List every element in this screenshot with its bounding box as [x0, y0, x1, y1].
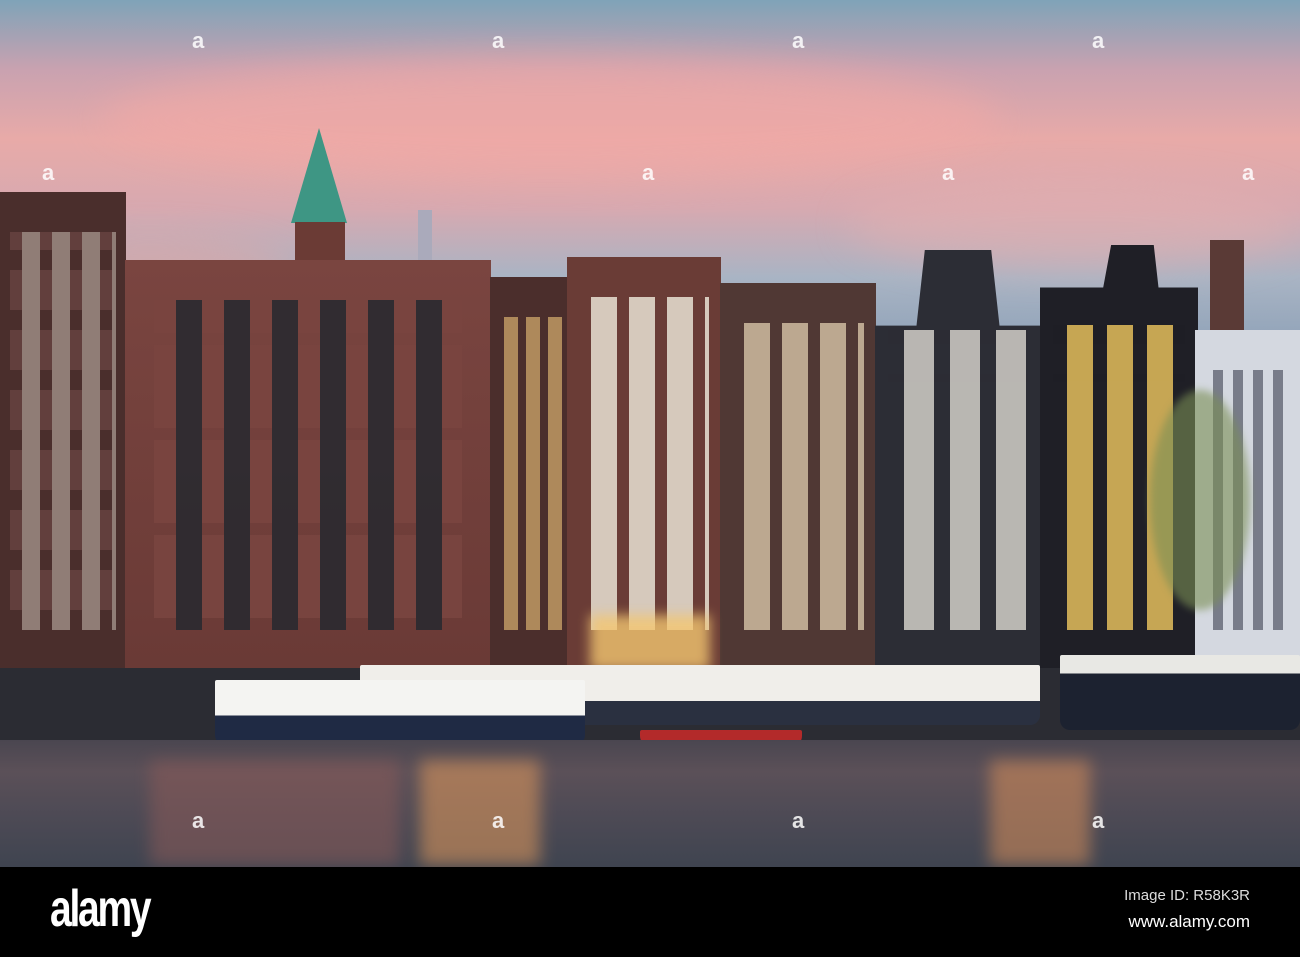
building-left	[0, 192, 126, 670]
tree	[1150, 390, 1250, 610]
website-link[interactable]: www.alamy.com	[1128, 912, 1250, 932]
building-dark-gable	[875, 250, 1041, 670]
water-reflection	[150, 760, 400, 865]
watermark-glyph: a	[642, 160, 655, 185]
watermark-glyph: a	[42, 160, 55, 185]
water-reflection	[420, 760, 540, 865]
building-brick-hotel	[567, 257, 721, 670]
image-id: Image ID: R58K3R	[1124, 887, 1250, 904]
watermark-glyph: a	[1092, 28, 1105, 53]
water-reflection	[990, 760, 1090, 865]
watermark-glyph: a	[492, 808, 505, 833]
cloud-pink	[100, 60, 1000, 180]
spire	[291, 128, 347, 223]
footer-bar: alamy Image ID: R58K3R www.alamy.com	[0, 867, 1300, 957]
motorboat	[215, 680, 585, 745]
barge-right	[1060, 655, 1300, 730]
street-light-glow	[590, 615, 710, 670]
watermark-glyph: a	[1092, 808, 1105, 833]
photo: a a a a a a a a a a a a	[0, 0, 1300, 867]
watermark-glyph: a	[792, 808, 805, 833]
building-brick-large	[125, 260, 491, 670]
watermark-glyph: a	[1242, 160, 1255, 185]
building-narrow	[490, 277, 568, 670]
building-brown	[720, 283, 876, 670]
watermark-glyph: a	[192, 808, 205, 833]
watermark-glyph: a	[942, 160, 955, 185]
watermark-glyph: a	[192, 28, 205, 53]
watermark-glyph: a	[492, 28, 505, 53]
clock-tower	[1210, 240, 1244, 330]
alamy-logo: alamy	[50, 880, 152, 938]
watermark-glyph: a	[792, 28, 805, 53]
